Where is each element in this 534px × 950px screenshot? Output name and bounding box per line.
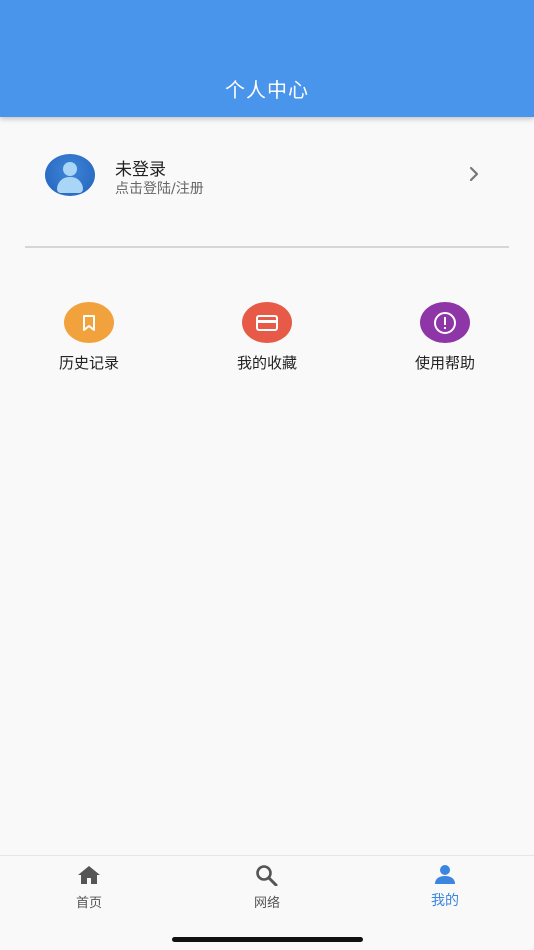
nav-network[interactable]: 网络 [178, 856, 356, 916]
card-icon [242, 302, 292, 343]
person-icon [435, 865, 455, 884]
shortcut-history[interactable]: 历史记录 [29, 302, 149, 382]
alert-circle-icon [420, 302, 470, 343]
nav-label: 首页 [75, 896, 102, 911]
page-title: 个人中心 [225, 78, 309, 102]
search-icon [256, 865, 278, 886]
nav-label: 网络 [253, 896, 280, 911]
bottom-navigation: 首页 网络 我的 [0, 855, 534, 950]
nav-home[interactable]: 首页 [0, 856, 178, 916]
app-root: 个人中心 未登录 点击登陆/注册 历史记录 我的收藏 使用帮助 首页 网络 我的 [0, 0, 534, 950]
divider [25, 246, 509, 248]
user-avatar-icon [45, 154, 95, 196]
home-indicator [172, 937, 363, 942]
app-header: 个人中心 [0, 0, 534, 117]
nav-label: 我的 [431, 893, 459, 909]
shortcut-label: 我的收藏 [236, 354, 297, 372]
home-icon [78, 866, 100, 884]
shortcut-label: 历史记录 [58, 354, 119, 372]
chevron-right-icon [469, 166, 479, 182]
bookmark-icon [64, 302, 114, 343]
login-row[interactable]: 未登录 点击登陆/注册 [0, 117, 534, 233]
shortcut-help[interactable]: 使用帮助 [385, 302, 505, 382]
login-hint: 点击登陆/注册 [115, 181, 204, 197]
shortcut-label: 使用帮助 [414, 354, 475, 372]
nav-mine[interactable]: 我的 [356, 856, 534, 916]
user-name: 未登录 [115, 160, 166, 180]
shortcut-favorites[interactable]: 我的收藏 [207, 302, 327, 382]
